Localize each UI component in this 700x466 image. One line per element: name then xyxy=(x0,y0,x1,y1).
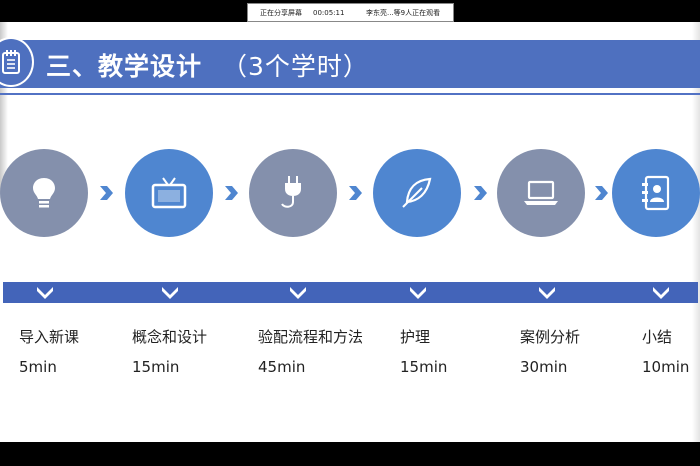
chevron-down-icon xyxy=(162,287,178,299)
step-label: 导入新课 xyxy=(19,328,80,346)
address-book-icon xyxy=(642,175,670,211)
step-label: 概念和设计 xyxy=(132,328,208,346)
step-label: 案例分析 xyxy=(520,328,581,346)
share-status: 正在分享屏幕 xyxy=(260,8,302,17)
step-duration: 30min xyxy=(520,358,568,376)
step-label: 小结 xyxy=(642,328,673,346)
next-arrow-icon xyxy=(225,186,238,200)
step-circle-intro xyxy=(0,149,88,237)
step-label: 护理 xyxy=(400,328,431,346)
lightbulb-icon xyxy=(33,178,55,208)
step-circle-case xyxy=(497,149,585,237)
step-duration: 15min xyxy=(132,358,180,376)
step-circle-concept xyxy=(125,149,213,237)
feather-icon xyxy=(402,177,432,208)
chevron-down-icon xyxy=(290,287,306,299)
next-arrow-icon xyxy=(474,186,487,200)
page-title: 三、教学设计 （3个学时） xyxy=(46,47,369,83)
step-duration: 45min xyxy=(258,358,306,376)
share-viewers[interactable]: 李东亮...等9人正在观看 xyxy=(366,8,440,18)
page-title-hours: （3个学时） xyxy=(222,52,369,81)
step-duration: 5min xyxy=(19,358,57,376)
screen-share-bar[interactable]: 正在分享屏幕 00:05:11 李东亮...等9人正在观看 xyxy=(247,3,454,22)
step-duration: 15min xyxy=(400,358,448,376)
header-underline xyxy=(0,93,700,95)
tv-icon xyxy=(151,177,187,209)
step-circle-fitting xyxy=(249,149,337,237)
shared-slide: 三、教学设计 （3个学时） 导入新课 概念和设计 验配流程和方法 护理 案例分析… xyxy=(0,22,700,442)
chevron-down-icon xyxy=(539,287,555,299)
step-duration: 10min xyxy=(642,358,690,376)
step-circle-summary xyxy=(612,149,700,237)
share-elapsed-time: 00:05:11 xyxy=(313,8,345,17)
next-arrow-icon xyxy=(100,186,113,200)
chevron-down-icon xyxy=(653,287,669,299)
next-arrow-icon xyxy=(595,186,608,200)
chevron-down-icon xyxy=(37,287,53,299)
step-circle-care xyxy=(373,149,461,237)
chevron-down-icon xyxy=(410,287,426,299)
next-arrow-icon xyxy=(349,186,362,200)
plug-icon xyxy=(281,176,301,208)
timeline-band xyxy=(3,282,698,303)
page-title-main: 三、教学设计 xyxy=(46,52,203,81)
step-label: 验配流程和方法 xyxy=(258,328,364,346)
laptop-icon xyxy=(524,180,558,205)
